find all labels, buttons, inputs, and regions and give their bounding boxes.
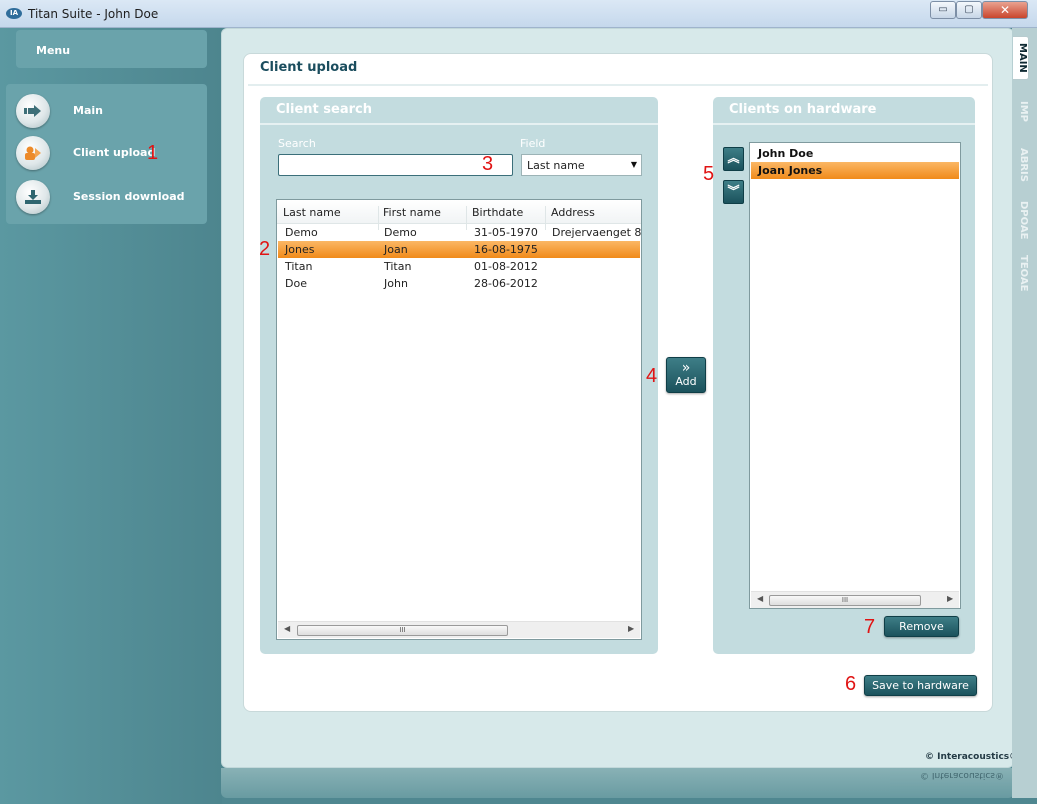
cell-birthdate: 16-08-1975 — [474, 243, 538, 256]
search-label: Search — [278, 137, 316, 150]
sidebar-item-session-download[interactable]: Session download — [16, 180, 206, 214]
reflection: © Interacoustics® — [221, 768, 1014, 798]
scrollbar-thumb[interactable]: III — [297, 625, 508, 636]
chevron-right-icon: » — [681, 360, 691, 376]
tab-teoae[interactable]: TEOAE — [1013, 250, 1029, 296]
nav-panel: Main Client upload Session download — [6, 84, 207, 224]
cell-first-name: Demo — [384, 226, 417, 239]
horizontal-scrollbar[interactable]: ◀ III ▶ — [278, 621, 640, 638]
client-table: Last name First name Birthdate Address D… — [276, 199, 642, 640]
page-title: Client upload — [260, 60, 358, 75]
divider — [248, 84, 988, 86]
list-item[interactable]: John Doe — [751, 145, 959, 162]
reflected-credit: © Interacoustics® — [919, 770, 1004, 780]
cell-birthdate: 28-06-2012 — [474, 277, 538, 290]
scroll-left-icon[interactable]: ◀ — [757, 594, 763, 603]
list-item-label: Joan Jones — [758, 164, 823, 177]
menu-button[interactable]: Menu — [16, 30, 207, 68]
sidebar-item-label: Main — [73, 104, 103, 117]
tab-abris[interactable]: ABRIS — [1013, 143, 1029, 187]
table-row[interactable]: Doe John 28-06-2012 — [278, 275, 640, 292]
scrollbar-thumb[interactable]: III — [769, 595, 921, 606]
cell-birthdate: 01-08-2012 — [474, 260, 538, 273]
search-input[interactable] — [278, 154, 513, 176]
cell-last-name: Doe — [285, 277, 307, 290]
list-item-label: John Doe — [758, 147, 814, 160]
table-row-selected[interactable]: Jones Joan 16-08-1975 — [278, 241, 640, 258]
cell-last-name: Jones — [285, 243, 315, 256]
remove-button[interactable]: Remove — [884, 616, 959, 637]
add-button[interactable]: » Add — [666, 357, 706, 393]
callout-6: 6 — [845, 673, 857, 695]
app-logo-icon: IA — [6, 8, 22, 19]
sidebar-item-label: Session download — [73, 190, 185, 203]
callout-5: 5 — [703, 163, 715, 185]
tab-main[interactable]: MAIN — [1013, 36, 1029, 80]
table-row[interactable]: Titan Titan 01-08-2012 — [278, 258, 640, 275]
client-upload-icon — [16, 136, 50, 170]
sidebar-item-label: Client upload — [73, 146, 156, 159]
callout-2: 2 — [259, 238, 271, 260]
scroll-right-icon[interactable]: ▶ — [947, 594, 953, 603]
tab-dpoae[interactable]: DPOAE — [1013, 195, 1029, 245]
callout-1: 1 — [147, 142, 159, 164]
scroll-right-icon[interactable]: ▶ — [628, 624, 634, 633]
cell-first-name: John — [384, 277, 408, 290]
field-label: Field — [520, 137, 546, 150]
panel-header: Clients on hardware — [729, 102, 877, 117]
table-header: Last name First name Birthdate Address — [277, 200, 641, 230]
add-button-label: Add — [675, 375, 697, 388]
cell-birthdate: 31-05-1970 — [474, 226, 538, 239]
chevron-double-up-icon: ︽ — [727, 151, 740, 165]
cell-last-name: Titan — [285, 260, 313, 273]
horizontal-scrollbar[interactable]: ◀ III ▶ — [751, 591, 959, 608]
move-down-button[interactable]: ︾ — [723, 180, 744, 204]
arrow-right-icon — [16, 94, 50, 128]
field-dropdown-value: Last name — [527, 159, 585, 172]
callout-7: 7 — [864, 616, 876, 638]
panel-header: Client search — [276, 102, 372, 117]
callout-3: 3 — [482, 153, 494, 175]
session-download-icon — [16, 180, 50, 214]
cell-address: Drejervaenget 8 — [552, 226, 642, 239]
sidebar-item-main[interactable]: Main — [16, 94, 206, 128]
maximize-button[interactable]: ▢ — [956, 1, 982, 19]
minimize-button[interactable]: ▭ — [930, 1, 956, 19]
cell-first-name: Titan — [384, 260, 412, 273]
scroll-left-icon[interactable]: ◀ — [284, 624, 290, 633]
field-dropdown[interactable]: Last name ▼ — [521, 154, 642, 176]
title-bar: IA Titan Suite - John Doe ▭ ▢ ✕ — [0, 0, 1037, 28]
chevron-double-down-icon: ︾ — [727, 184, 740, 198]
cell-first-name: Joan — [384, 243, 408, 256]
callout-4: 4 — [646, 365, 658, 387]
cell-last-name: Demo — [285, 226, 318, 239]
divider — [713, 123, 975, 125]
hardware-client-list: John Doe Joan Jones ◀ III ▶ — [749, 142, 961, 609]
move-up-button[interactable]: ︽ — [723, 147, 744, 171]
table-row[interactable]: Demo Demo 31-05-1970 Drejervaenget 8 — [278, 224, 642, 241]
menu-label: Menu — [36, 44, 71, 57]
list-item-selected[interactable]: Joan Jones — [751, 162, 959, 179]
copyright-text: © Interacoustics® — [925, 752, 1019, 762]
chevron-down-icon: ▼ — [630, 160, 637, 169]
window-title: Titan Suite - John Doe — [28, 7, 159, 21]
save-to-hardware-button[interactable]: Save to hardware — [864, 675, 977, 696]
close-button[interactable]: ✕ — [982, 1, 1028, 19]
sidebar-item-client-upload[interactable]: Client upload — [16, 136, 206, 170]
tab-imp[interactable]: IMP — [1013, 98, 1029, 126]
divider — [260, 123, 658, 125]
